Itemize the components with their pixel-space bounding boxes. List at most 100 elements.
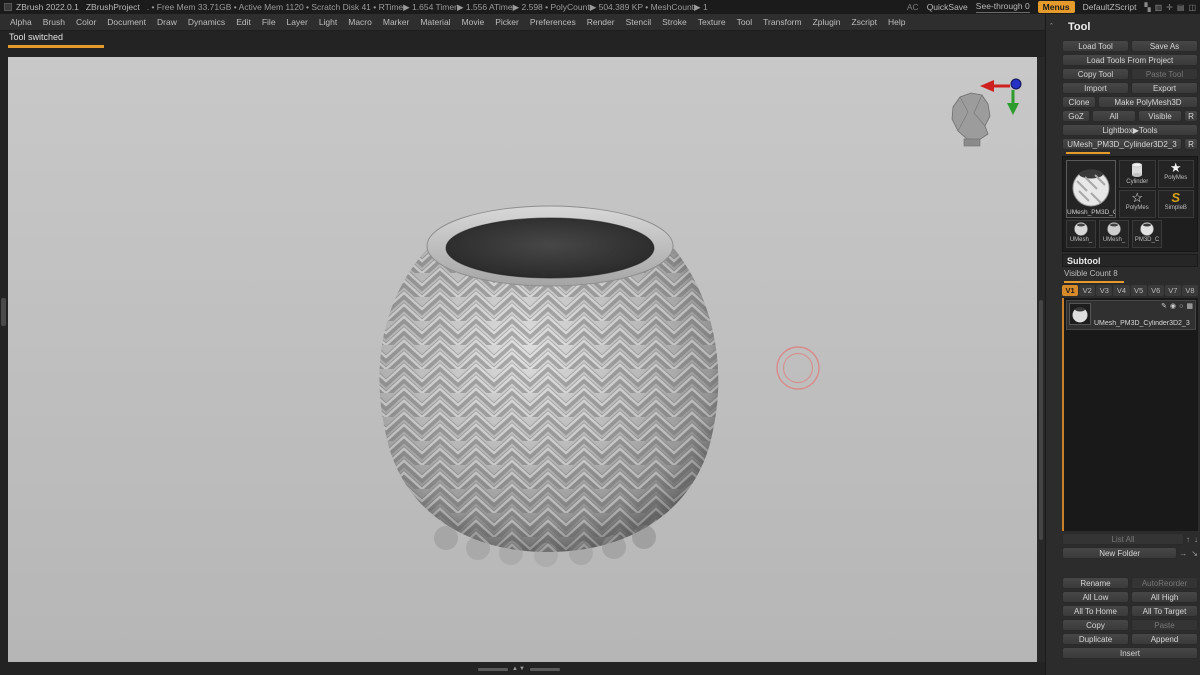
move-down-icon[interactable]: ↓ xyxy=(1194,535,1198,544)
menu-transform[interactable]: Transform xyxy=(763,17,801,27)
menu-macro[interactable]: Macro xyxy=(348,17,372,27)
thumb-umesh-2[interactable]: UMesh_ xyxy=(1099,220,1129,248)
menu-color[interactable]: Color xyxy=(76,17,96,27)
lightbox-tools-button[interactable]: Lightbox▶Tools xyxy=(1062,124,1198,136)
load-tools-from-project-button[interactable]: Load Tools From Project xyxy=(1062,54,1198,66)
copy-subtool-button[interactable]: Copy xyxy=(1062,619,1129,631)
current-tool-button[interactable]: UMesh_PM3D_Cylinder3D2_3 xyxy=(1062,138,1182,150)
tab-v6[interactable]: V6 xyxy=(1147,285,1164,296)
tab-v5[interactable]: V5 xyxy=(1130,285,1147,296)
menu-texture[interactable]: Texture xyxy=(698,17,726,27)
left-tray-handle[interactable] xyxy=(1,298,6,326)
menu-dynamics[interactable]: Dynamics xyxy=(188,17,225,27)
tab-v8[interactable]: V8 xyxy=(1181,285,1198,296)
menus-toggle-button[interactable]: Menus xyxy=(1037,1,1075,13)
menu-brush[interactable]: Brush xyxy=(43,17,65,27)
menu-file[interactable]: File xyxy=(262,17,276,27)
app-title: ZBrush 2022.0.1 xyxy=(16,2,79,12)
right-scrollbar[interactable] xyxy=(1039,300,1043,540)
panes-icon[interactable]: ▥ xyxy=(1155,3,1163,12)
see-through-slider[interactable]: See-through 0 xyxy=(975,1,1030,13)
menu-layer[interactable]: Layer xyxy=(287,17,308,27)
thumb-umesh-1[interactable]: UMesh_ xyxy=(1066,220,1096,248)
window-icon[interactable]: ◫ xyxy=(1188,3,1196,12)
layout-icon[interactable]: ▤ xyxy=(1177,3,1185,12)
goz-all-button[interactable]: All xyxy=(1092,110,1136,122)
menu-tool[interactable]: Tool xyxy=(737,17,753,27)
menu-zplugin[interactable]: Zplugin xyxy=(813,17,841,27)
canvas-bottom-scrollbar[interactable]: ▲▼ xyxy=(478,665,568,673)
subtool-section-header[interactable]: Subtool xyxy=(1062,254,1198,267)
menu-zscript[interactable]: Zscript xyxy=(851,17,877,27)
menu-edit[interactable]: Edit xyxy=(236,17,251,27)
document-canvas[interactable] xyxy=(8,57,1037,662)
menu-marker[interactable]: Marker xyxy=(383,17,409,27)
menu-document[interactable]: Document xyxy=(107,17,146,27)
import-button[interactable]: Import xyxy=(1062,82,1129,94)
brush-icon[interactable]: ✎ xyxy=(1161,303,1167,311)
all-to-target-button[interactable]: All To Target xyxy=(1131,605,1198,617)
menu-render[interactable]: Render xyxy=(587,17,615,27)
menu-material[interactable]: Material xyxy=(420,17,450,27)
subtool-thumbnail[interactable] xyxy=(1069,303,1091,325)
load-tool-button[interactable]: Load Tool xyxy=(1062,40,1129,52)
collapse-chevron-icon[interactable]: ˆ xyxy=(1050,22,1053,32)
thumb-label: Cylinder xyxy=(1126,179,1149,185)
visible-count-slider[interactable] xyxy=(1064,281,1124,283)
all-low-button[interactable]: All Low xyxy=(1062,591,1129,603)
thumb-polymesh[interactable]: ★ PolyMes xyxy=(1157,160,1194,188)
insert-button[interactable]: Insert xyxy=(1062,647,1198,659)
menu-bar: Alpha Brush Color Document Draw Dynamics… xyxy=(0,14,1045,31)
menu-help[interactable]: Help xyxy=(888,17,905,27)
status-progress-bar xyxy=(8,45,104,48)
all-to-home-button[interactable]: All To Home xyxy=(1062,605,1129,617)
folder-icon[interactable]: ▦ xyxy=(1186,303,1193,311)
make-polymesh3d-button[interactable]: Make PolyMesh3D xyxy=(1098,96,1198,108)
tab-v4[interactable]: V4 xyxy=(1113,285,1130,296)
current-tool-r-button[interactable]: R xyxy=(1184,138,1198,150)
tab-v2[interactable]: V2 xyxy=(1079,285,1096,296)
copy-tool-button[interactable]: Copy Tool xyxy=(1062,68,1129,80)
subtool-list-item[interactable]: ✎ ◉ ○ ▦ UMesh_PM3D_Cylinder3D2_3 xyxy=(1066,300,1196,330)
thumb-cylinder3d[interactable]: Cylinder xyxy=(1119,160,1156,188)
save-as-button[interactable]: Save As xyxy=(1131,40,1198,52)
thumb-pm3d[interactable]: PM3D_C xyxy=(1132,220,1162,248)
menu-draw[interactable]: Draw xyxy=(157,17,177,27)
default-zscript-button[interactable]: DefaultZScript xyxy=(1083,2,1137,12)
menu-movie[interactable]: Movie xyxy=(462,17,485,27)
append-button[interactable]: Append xyxy=(1131,633,1198,645)
menu-preferences[interactable]: Preferences xyxy=(530,17,576,27)
quicksave-button[interactable]: QuickSave xyxy=(927,2,968,12)
tab-v7[interactable]: V7 xyxy=(1164,285,1181,296)
divider-icon[interactable]: ▚ xyxy=(1144,3,1150,12)
duplicate-button[interactable]: Duplicate xyxy=(1062,633,1129,645)
goz-r-button[interactable]: R xyxy=(1184,110,1198,122)
menu-stroke[interactable]: Stroke xyxy=(662,17,687,27)
scroll-segment-right[interactable] xyxy=(529,667,560,671)
selected-tool-thumbnail[interactable]: UMesh_PM3D_C xyxy=(1066,160,1116,218)
menu-picker[interactable]: Picker xyxy=(495,17,519,27)
goz-button[interactable]: GoZ xyxy=(1062,110,1090,122)
clone-button[interactable]: Clone xyxy=(1062,96,1096,108)
menu-stencil[interactable]: Stencil xyxy=(626,17,652,27)
tab-v3[interactable]: V3 xyxy=(1096,285,1113,296)
move-into-folder-icon[interactable]: → xyxy=(1179,549,1187,558)
all-high-button[interactable]: All High xyxy=(1131,591,1198,603)
visible-count-label[interactable]: Visible Count 8 xyxy=(1062,269,1198,279)
rename-button[interactable]: Rename xyxy=(1062,577,1129,589)
menu-light[interactable]: Light xyxy=(319,17,337,27)
eye-icon[interactable]: ○ xyxy=(1179,303,1183,311)
move-out-folder-icon[interactable]: ↘ xyxy=(1191,549,1198,558)
thumb-simplebrush[interactable]: S SimpleB xyxy=(1157,190,1194,218)
new-folder-button[interactable]: New Folder xyxy=(1062,547,1178,559)
tab-v1[interactable]: V1 xyxy=(1062,285,1079,296)
export-button[interactable]: Export xyxy=(1131,82,1198,94)
menu-alpha[interactable]: Alpha xyxy=(10,17,32,27)
eye-visible-icon[interactable]: ◉ xyxy=(1170,303,1176,311)
scroll-arrows-icon[interactable]: ▲▼ xyxy=(512,665,526,673)
move-icon[interactable]: ✛ xyxy=(1166,3,1173,12)
scroll-segment-left[interactable] xyxy=(478,667,508,671)
thumb-polymesh3d[interactable]: ☆ PolyMes xyxy=(1119,190,1156,218)
goz-visible-button[interactable]: Visible xyxy=(1138,110,1182,122)
move-up-icon[interactable]: ↑ xyxy=(1186,535,1190,544)
